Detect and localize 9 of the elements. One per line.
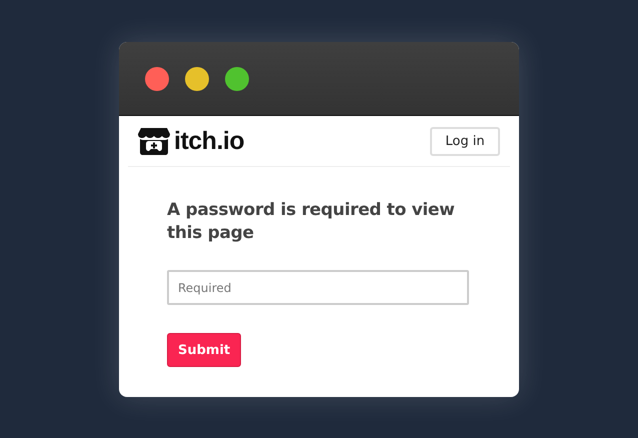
window-control-button[interactable] bbox=[145, 66, 169, 90]
submit-button[interactable]: Submit bbox=[167, 333, 242, 367]
login-button[interactable]: Log in bbox=[430, 126, 500, 156]
logo-text[interactable]: itch.io bbox=[174, 126, 244, 156]
window-control-button[interactable] bbox=[225, 66, 249, 90]
window-control-button[interactable] bbox=[185, 66, 209, 90]
password-field[interactable]: Required bbox=[167, 270, 469, 305]
page-heading: A password is required to view this page bbox=[167, 199, 456, 245]
storefront-controller-icon bbox=[137, 126, 171, 156]
